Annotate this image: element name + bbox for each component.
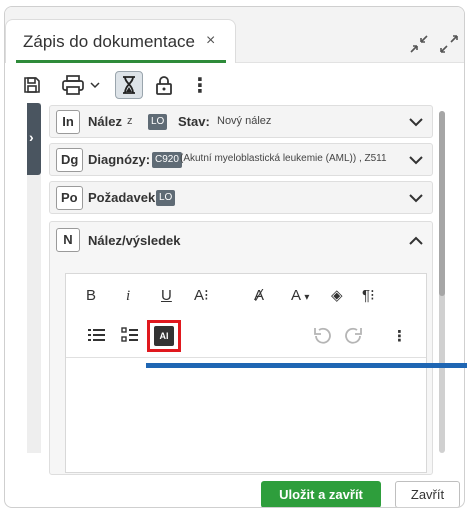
chevron-up-icon[interactable] [408,234,424,248]
section-badge: LO [148,114,168,130]
clear-format-button[interactable]: Ⱥ [254,286,264,306]
document-toolbar: ⋮ [5,67,464,103]
hourglass-icon[interactable] [115,71,143,99]
italic-button[interactable]: i [126,286,130,306]
sidebar-toggle[interactable]: › [27,103,41,175]
status-value: Nový nález [217,115,272,127]
font-color-icon: A [291,287,301,304]
caret-down-icon: ▾ [304,292,310,303]
checklist-icon[interactable] [121,327,139,349]
chevron-right-icon: › [29,129,34,145]
tab-active-indicator [16,60,226,63]
title-bar: Zápis do dokumentace × [5,7,464,63]
save-icon[interactable] [21,71,43,99]
bold-button[interactable]: B [86,286,96,306]
text-size-button[interactable]: A⁝ [194,286,209,306]
chevron-down-icon[interactable] [408,115,424,129]
rich-text-editor: B i U A⁝ Ⱥ A ▾ ◈ ¶⁝ AI ⋮ [65,273,427,473]
editor-content-area[interactable] [66,359,426,472]
annotation-line [146,363,467,368]
bullet-list-icon[interactable] [88,327,106,349]
section-diagnozy[interactable]: Dg Diagnózy: C920 (Akutní myeloblastická… [49,143,433,176]
section-nalez[interactable]: In Nález z LO Stav: Nový nález [49,105,433,138]
section-code: In [56,110,80,134]
section-label: Nález/výsledek [88,233,181,248]
editor-toolbar: B i U A⁝ Ⱥ A ▾ ◈ ¶⁝ AI ⋮ [66,274,426,358]
font-color-button[interactable]: A ▾ [291,286,309,308]
diagnosis-detail: (Akutní myeloblastická leukemie (AML)) ,… [180,153,387,164]
redo-icon[interactable] [344,327,364,351]
collapse-arrows-icon[interactable] [408,33,430,55]
more-vertical-icon[interactable]: ⋮ [392,327,407,347]
chevron-down-icon[interactable] [89,71,101,99]
save-and-close-button[interactable]: Uložit a zavřít [261,481,381,507]
tab-title: Zápis do dokumentace [23,32,195,51]
close-button[interactable]: Zavřít [395,481,460,507]
undo-icon[interactable] [312,327,332,351]
section-label: Nález [88,114,122,129]
chevron-down-icon[interactable] [408,191,424,205]
more-vertical-icon[interactable]: ⋮ [190,71,210,99]
diagnosis-code-badge: C920 [152,152,182,168]
close-icon[interactable]: × [206,32,215,50]
chevron-down-icon[interactable] [408,153,424,167]
ai-assistant-button[interactable]: AI [147,320,181,352]
lock-icon[interactable] [153,71,175,99]
scrollbar[interactable] [439,111,445,453]
tab-zapis-do-dokumentace[interactable]: Zápis do dokumentace × [5,19,236,63]
section-pozadavek[interactable]: Po Požadavek LO [49,181,433,214]
section-code: N [56,228,80,252]
section-code: Dg [56,148,84,172]
section-code: Po [56,186,83,210]
documentation-panel: Zápis do dokumentace × ⋮ › In Nález z LO… [4,6,465,508]
section-badge: LO [156,190,176,206]
paragraph-button[interactable]: ¶⁝ [362,286,375,306]
section-label: Diagnózy: [88,152,151,167]
expand-arrows-icon[interactable] [438,33,460,55]
print-icon[interactable] [59,71,87,99]
underline-button[interactable]: U [161,286,172,306]
highlight-icon[interactable]: ◈ [331,286,343,306]
section-sublabel: z [127,115,133,127]
scrollbar-thumb[interactable] [439,111,445,296]
ai-chip-icon: AI [154,326,174,346]
status-label: Stav: [178,114,210,129]
section-label: Požadavek [88,190,156,205]
